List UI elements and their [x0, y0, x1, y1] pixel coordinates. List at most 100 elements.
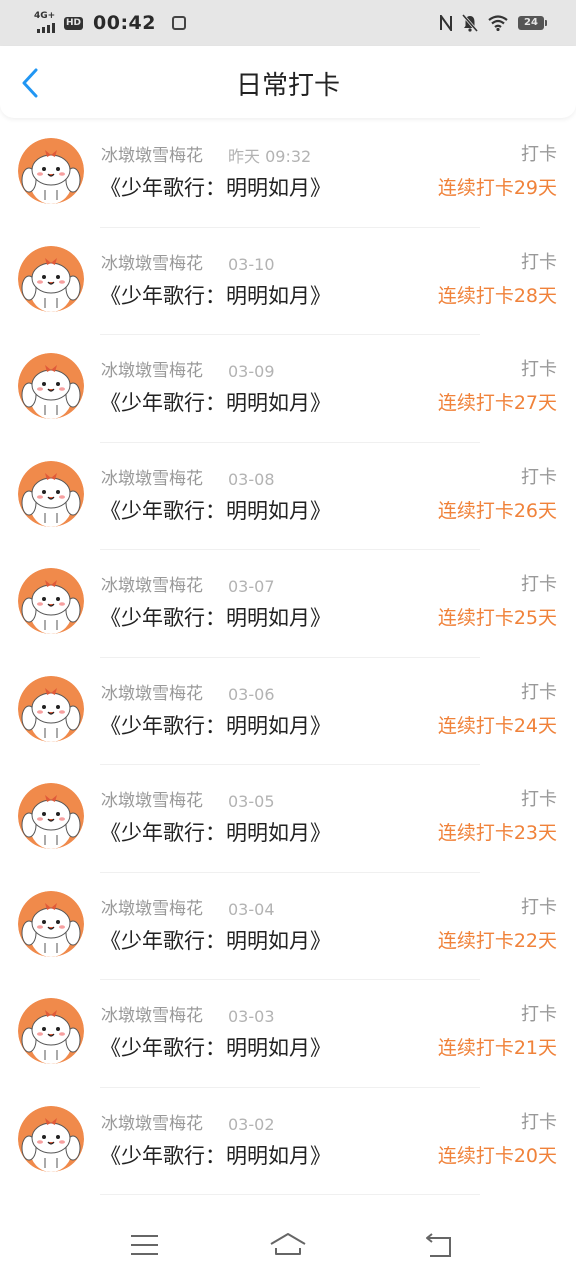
book-title: 《少年歌行：明明如月》 — [100, 1036, 331, 1060]
user-name: 冰墩墩雪梅花 — [101, 576, 203, 596]
home-icon — [270, 1233, 306, 1255]
checkin-date: 03-07 — [228, 577, 275, 596]
user-name: 冰墩墩雪梅花 — [101, 791, 203, 811]
checkin-date: 03-04 — [228, 899, 275, 919]
checkin-label: 打卡 — [521, 1111, 557, 1133]
streak-count: 连续打卡27天 — [437, 392, 557, 414]
streak-count: 连续打卡24天 — [437, 714, 557, 737]
book-title: 《少年歌行：明明如月》 — [100, 391, 331, 415]
home-button[interactable] — [268, 1230, 308, 1262]
user-name: 冰墩墩雪梅花 — [101, 361, 203, 381]
book-title: 《少年歌行：明明如月》 — [100, 821, 331, 845]
dog-avatar-icon — [18, 890, 84, 957]
book-title: 《少年歌行：明明如月》 — [100, 606, 331, 630]
streak-count: 连续打卡28天 — [437, 284, 557, 307]
user-name: 冰墩墩雪梅花 — [101, 1113, 203, 1134]
user-name: 冰墩墩雪梅花 — [101, 683, 203, 704]
system-back-button[interactable] — [420, 1230, 460, 1262]
dog-avatar-icon — [18, 460, 84, 527]
streak-count: 连续打卡25天 — [437, 607, 557, 629]
menu-icon — [131, 1235, 158, 1255]
dog-avatar-icon — [18, 675, 84, 742]
list-item[interactable]: 冰墩墩雪梅花 昨天 09:32 《少年歌行：明明如月》 打卡 连续打卡29天 — [0, 120, 576, 228]
wifi-icon — [488, 15, 508, 31]
checkin-list: 冰墩墩雪梅花 昨天 09:32 《少年歌行：明明如月》 打卡 连续打卡29天 冰… — [0, 120, 576, 1195]
avatar[interactable] — [18, 783, 84, 849]
list-item[interactable]: 冰墩墩雪梅花 03-08 《少年歌行：明明如月》 打卡 连续打卡26天 — [0, 443, 576, 550]
page-header: 日常打卡 — [0, 46, 576, 118]
checkin-date: 03-05 — [228, 792, 275, 811]
dog-avatar-icon — [18, 568, 84, 634]
streak-count: 连续打卡22天 — [437, 929, 557, 952]
divider — [100, 1194, 480, 1195]
user-name: 冰墩墩雪梅花 — [101, 898, 203, 919]
avatar[interactable] — [18, 353, 84, 419]
list-item[interactable]: 冰墩墩雪梅花 03-03 《少年歌行：明明如月》 打卡 连续打卡21天 — [0, 980, 576, 1088]
avatar[interactable] — [18, 1105, 84, 1172]
list-item[interactable]: 冰墩墩雪梅花 03-04 《少年歌行：明明如月》 打卡 连续打卡22天 — [0, 873, 576, 980]
checkin-label: 打卡 — [521, 574, 557, 595]
bottom-nav — [0, 1210, 576, 1280]
avatar[interactable] — [18, 675, 84, 742]
hd-icon: HD — [64, 16, 84, 30]
status-right: 24 — [440, 12, 547, 34]
streak-count: 连续打卡26天 — [437, 499, 557, 522]
user-name: 冰墩墩雪梅花 — [101, 146, 203, 166]
checkin-date: 03-02 — [228, 1114, 275, 1134]
book-title: 《少年歌行：明明如月》 — [100, 176, 331, 200]
book-title: 《少年歌行：明明如月》 — [100, 498, 331, 523]
avatar[interactable] — [18, 245, 84, 312]
book-title: 《少年歌行：明明如月》 — [100, 1143, 331, 1168]
avatar[interactable] — [18, 568, 84, 634]
checkin-label: 打卡 — [521, 466, 557, 488]
battery-icon: 24 — [518, 16, 547, 30]
streak-count: 连续打卡20天 — [437, 1144, 557, 1167]
app-notification-icon — [172, 16, 186, 30]
user-name: 冰墩墩雪梅花 — [101, 253, 203, 274]
dog-avatar-icon — [18, 1105, 84, 1172]
status-time: 00:42 — [93, 12, 156, 34]
status-bar: 4G+ HD 00:42 24 — [0, 0, 576, 46]
book-title: 《少年歌行：明明如月》 — [100, 713, 331, 738]
menu-button[interactable] — [125, 1230, 165, 1262]
checkin-label: 打卡 — [521, 681, 557, 703]
checkin-date: 03-03 — [228, 1007, 275, 1026]
avatar[interactable] — [18, 890, 84, 957]
streak-count: 连续打卡23天 — [437, 822, 557, 844]
dog-avatar-icon — [18, 138, 84, 204]
dog-avatar-icon — [18, 353, 84, 419]
checkin-label: 打卡 — [521, 1004, 557, 1025]
avatar[interactable] — [18, 138, 84, 204]
list-item[interactable]: 冰墩墩雪梅花 03-05 《少年歌行：明明如月》 打卡 连续打卡23天 — [0, 765, 576, 873]
checkin-date: 03-08 — [228, 469, 275, 489]
list-item[interactable]: 冰墩墩雪梅花 03-07 《少年歌行：明明如月》 打卡 连续打卡25天 — [0, 550, 576, 658]
nfc-icon — [440, 15, 452, 31]
list-item[interactable]: 冰墩墩雪梅花 03-09 《少年歌行：明明如月》 打卡 连续打卡27天 — [0, 335, 576, 443]
list-item[interactable]: 冰墩墩雪梅花 03-06 《少年歌行：明明如月》 打卡 连续打卡24天 — [0, 658, 576, 765]
user-name: 冰墩墩雪梅花 — [101, 1006, 203, 1026]
checkin-date: 03-06 — [228, 684, 275, 704]
network-type: 4G+ — [34, 11, 56, 21]
signal-bars — [37, 23, 55, 33]
dog-avatar-icon — [18, 783, 84, 849]
checkin-label: 打卡 — [521, 896, 557, 918]
checkin-date: 03-10 — [228, 254, 275, 274]
page-title: 日常打卡 — [235, 71, 340, 101]
checkin-label: 打卡 — [521, 359, 557, 380]
list-item[interactable]: 冰墩墩雪梅花 03-10 《少年歌行：明明如月》 打卡 连续打卡28天 — [0, 228, 576, 335]
list-item[interactable]: 冰墩墩雪梅花 03-02 《少年歌行：明明如月》 打卡 连续打卡20天 — [0, 1088, 576, 1195]
book-title: 《少年歌行：明明如月》 — [100, 283, 331, 308]
signal-icon: 4G+ — [34, 12, 58, 34]
checkin-label: 打卡 — [521, 251, 557, 273]
user-name: 冰墩墩雪梅花 — [101, 468, 203, 489]
avatar[interactable] — [18, 460, 84, 527]
dog-avatar-icon — [18, 998, 84, 1064]
dog-avatar-icon — [18, 245, 84, 312]
battery-level: 24 — [524, 17, 538, 28]
checkin-date: 昨天 09:32 — [228, 147, 312, 166]
checkin-label: 打卡 — [521, 789, 557, 810]
checkin-date: 03-09 — [228, 362, 275, 381]
book-title: 《少年歌行：明明如月》 — [100, 928, 331, 953]
streak-count: 连续打卡29天 — [437, 177, 557, 199]
avatar[interactable] — [18, 998, 84, 1064]
